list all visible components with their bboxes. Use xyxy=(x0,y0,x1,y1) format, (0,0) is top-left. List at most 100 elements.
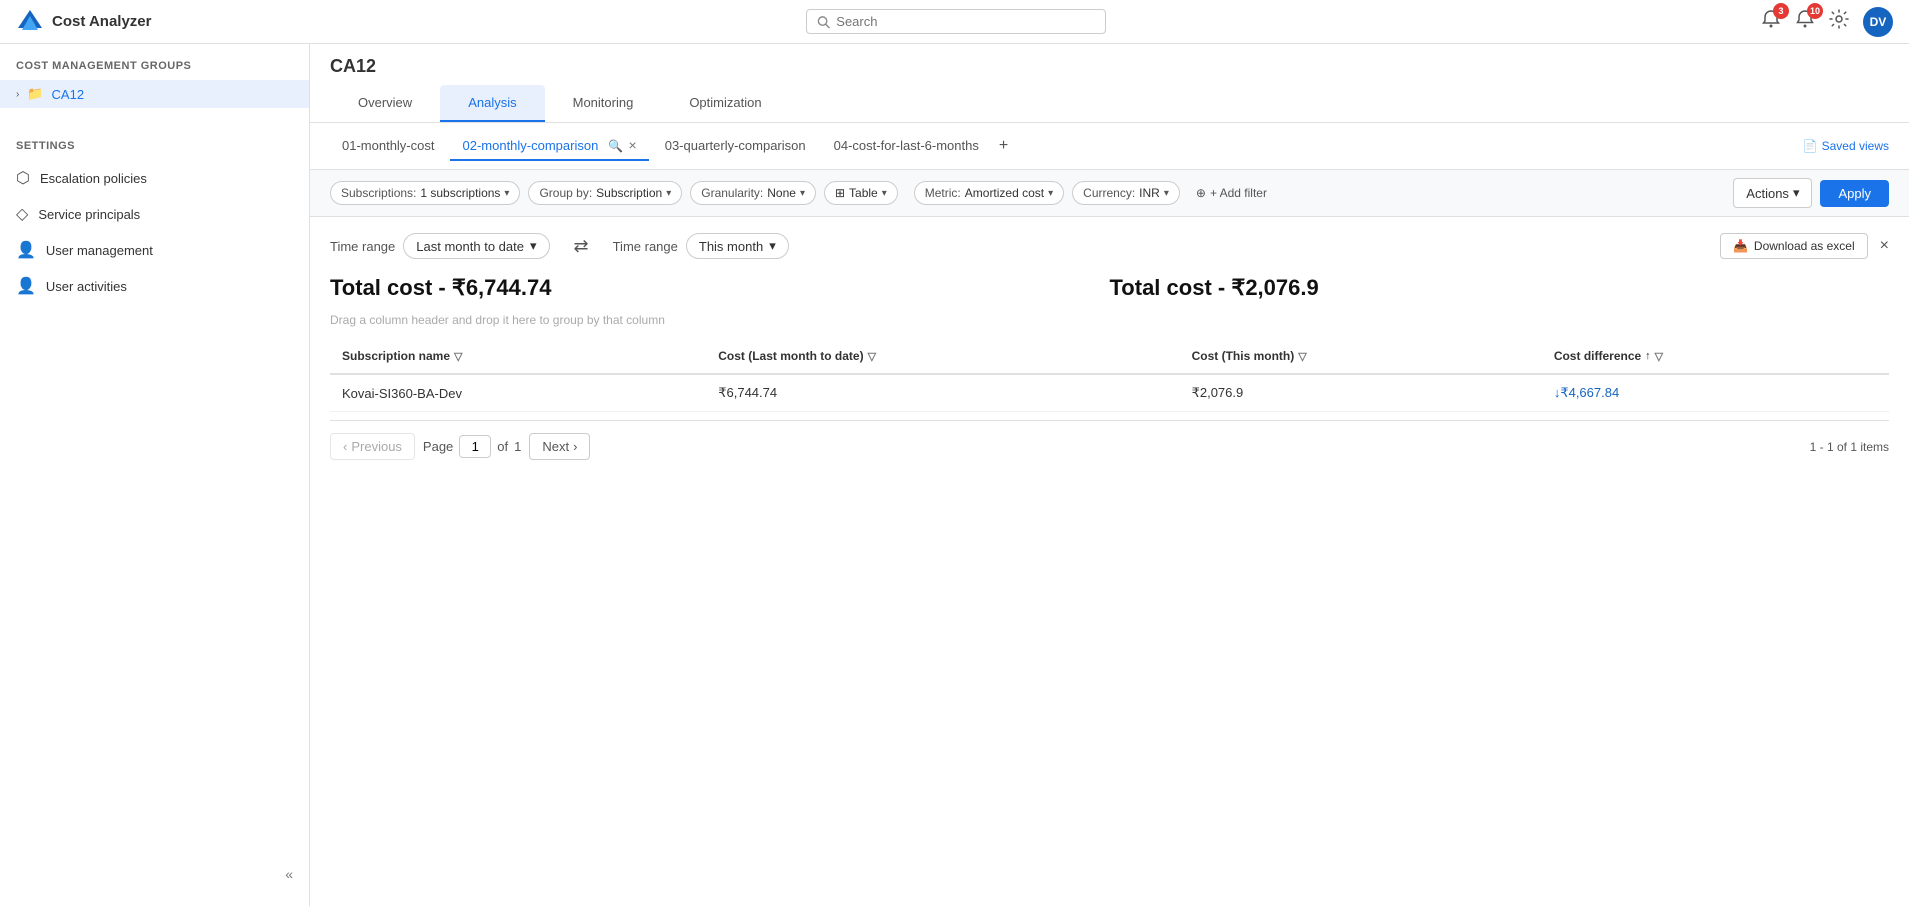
chevron-right-icon: › xyxy=(16,89,19,100)
actions-button[interactable]: Actions ▾ xyxy=(1733,178,1812,208)
user-management-icon: 👤 xyxy=(16,240,36,260)
sub-tabs: 01-monthly-cost 02-monthly-comparison 🔍 … xyxy=(310,123,1909,170)
sub-tab-01[interactable]: 01-monthly-cost xyxy=(330,132,446,161)
avatar[interactable]: DV xyxy=(1863,7,1893,37)
add-filter-button[interactable]: ⊕ + Add filter xyxy=(1188,182,1275,204)
subscription-filter-icon[interactable]: ▽ xyxy=(454,350,462,363)
settings-icon[interactable] xyxy=(1829,9,1849,34)
tab-analysis[interactable]: Analysis xyxy=(440,85,544,122)
pin-icon[interactable]: 🔍 xyxy=(608,139,623,153)
cell-cost-last-month: ₹6,744.74 xyxy=(706,374,1179,412)
total-costs: Total cost - ₹6,744.74 Total cost - ₹2,0… xyxy=(330,275,1889,301)
alert-icon[interactable]: 3 xyxy=(1761,9,1781,34)
app-logo xyxy=(16,8,44,36)
cost-this-month-filter-icon[interactable]: ▽ xyxy=(1298,350,1306,363)
sidebar-collapse-button[interactable]: « xyxy=(0,858,309,890)
pagination: ‹ Previous Page of 1 Next › 1 - 1 of 1 i… xyxy=(330,420,1889,472)
left-time-range-select[interactable]: Last month to date ▾ xyxy=(403,233,549,259)
sub-tab-02[interactable]: 02-monthly-comparison 🔍 × xyxy=(450,131,648,161)
sub-tab-04[interactable]: 04-cost-for-last-6-months xyxy=(822,132,991,161)
view-dropdown-icon: ▾ xyxy=(882,188,887,199)
folder-icon: 📁 xyxy=(27,86,43,102)
filter-bar: Subscriptions: 1 subscriptions ▾ Group b… xyxy=(310,170,1909,217)
swap-icon[interactable]: ⇄ xyxy=(574,236,589,257)
sidebar-item-user-activities[interactable]: 👤 User activities xyxy=(0,268,309,304)
previous-chevron-icon: ‹ xyxy=(343,439,347,454)
content-area: CA12 Overview Analysis Monitoring Optimi… xyxy=(310,44,1909,906)
sidebar-item-ca12[interactable]: › 📁 CA12 xyxy=(0,80,309,108)
right-time-range-select[interactable]: This month ▾ xyxy=(686,233,789,259)
search-icon xyxy=(817,15,830,29)
right-time-range-label: Time range xyxy=(613,239,678,254)
sidebar-item-service-principals[interactable]: ◇ Service principals xyxy=(0,196,309,232)
left-total-cost: Total cost - ₹6,744.74 xyxy=(330,275,1110,301)
left-time-range-dropdown-icon: ▾ xyxy=(530,238,537,254)
right-time-range-group: Time range This month ▾ xyxy=(613,233,789,259)
user-activities-icon: 👤 xyxy=(16,276,36,296)
tab-optimization[interactable]: Optimization xyxy=(661,85,789,122)
right-time-range-dropdown-icon: ▾ xyxy=(769,238,776,254)
subscriptions-dropdown-icon: ▾ xyxy=(504,188,509,199)
group-by-filter[interactable]: Group by: Subscription ▾ xyxy=(528,181,682,205)
table-icon: ⊞ xyxy=(835,186,845,200)
view-filter[interactable]: ⊞ Table ▾ xyxy=(824,181,898,205)
col-cost-difference: Cost difference ↑ ▽ xyxy=(1542,339,1889,374)
comparison-close-button[interactable]: × xyxy=(1880,237,1889,255)
page-number-input[interactable] xyxy=(459,435,491,458)
col-cost-this-month: Cost (This month) ▽ xyxy=(1180,339,1542,374)
alert-badge: 3 xyxy=(1773,3,1789,19)
close-sub-tab-icon[interactable]: × xyxy=(629,137,637,153)
cost-last-month-filter-icon[interactable]: ▽ xyxy=(868,350,876,363)
download-excel-button[interactable]: 📥 Download as excel xyxy=(1720,233,1868,259)
saved-views-icon: 📄 xyxy=(1803,139,1818,153)
granularity-filter[interactable]: Granularity: None ▾ xyxy=(690,181,816,205)
right-total-cost-value: Total cost - ₹2,076.9 xyxy=(1110,275,1890,301)
subscriptions-filter[interactable]: Subscriptions: 1 subscriptions ▾ xyxy=(330,181,520,205)
granularity-dropdown-icon: ▾ xyxy=(800,188,805,199)
user-management-label: User management xyxy=(46,243,153,258)
currency-filter[interactable]: Currency: INR ▾ xyxy=(1072,181,1180,205)
left-total-cost-value: Total cost - ₹6,744.74 xyxy=(330,275,1110,301)
sidebar-item-user-management[interactable]: 👤 User management xyxy=(0,232,309,268)
drag-hint: Drag a column header and drop it here to… xyxy=(330,313,1889,327)
settings-section-label: SETTINGS xyxy=(0,140,309,160)
previous-button[interactable]: ‹ Previous xyxy=(330,433,415,460)
cell-cost-difference: ↓₹4,667.84 xyxy=(1542,374,1889,412)
header-left: Cost Analyzer xyxy=(16,8,151,36)
escalation-icon: ⬡ xyxy=(16,168,30,188)
tab-monitoring[interactable]: Monitoring xyxy=(545,85,662,122)
add-tab-button[interactable]: + xyxy=(995,137,1012,155)
left-time-range-label: Time range xyxy=(330,239,395,254)
data-table: Subscription name ▽ Cost (Last month to … xyxy=(330,339,1889,412)
main-layout: COST MANAGEMENT GROUPS › 📁 CA12 SETTINGS… xyxy=(0,44,1909,906)
next-chevron-icon: › xyxy=(573,439,577,454)
sidebar-item-escalation[interactable]: ⬡ Escalation policies xyxy=(0,160,309,196)
search-input[interactable] xyxy=(836,14,1095,29)
analysis-content: Time range Last month to date ▾ ⇄ Time r… xyxy=(310,217,1909,906)
page-title-bar: CA12 xyxy=(310,44,1909,77)
notification-badge: 10 xyxy=(1807,3,1823,19)
apply-button[interactable]: Apply xyxy=(1820,180,1889,207)
notification-icon[interactable]: 10 xyxy=(1795,9,1815,34)
escalation-label: Escalation policies xyxy=(40,171,147,186)
sidebar-item-label-ca12: CA12 xyxy=(52,87,85,102)
page-title: CA12 xyxy=(330,56,376,76)
cell-subscription-name: Kovai-SI360-BA-Dev xyxy=(330,374,706,412)
next-button[interactable]: Next › xyxy=(529,433,590,460)
top-header: Cost Analyzer 3 10 xyxy=(0,0,1909,44)
tab-overview[interactable]: Overview xyxy=(330,85,440,122)
table-row: Kovai-SI360-BA-Dev ₹6,744.74 ₹2,076.9 ↓₹… xyxy=(330,374,1889,412)
cost-difference-filter-icon[interactable]: ▽ xyxy=(1655,350,1663,363)
cost-difference-sort-icon[interactable]: ↑ xyxy=(1645,350,1651,362)
service-principals-label: Service principals xyxy=(38,207,140,222)
cell-cost-this-month: ₹2,076.9 xyxy=(1180,374,1542,412)
sub-tab-03[interactable]: 03-quarterly-comparison xyxy=(653,132,818,161)
search-box[interactable] xyxy=(806,9,1106,34)
page-info: Page of 1 xyxy=(423,435,521,458)
comparison-header: Time range Last month to date ▾ ⇄ Time r… xyxy=(330,233,1889,259)
metric-filter[interactable]: Metric: Amortized cost ▾ xyxy=(914,181,1064,205)
metric-dropdown-icon: ▾ xyxy=(1048,188,1053,199)
pagination-left: ‹ Previous Page of 1 Next › xyxy=(330,433,590,460)
sidebar: COST MANAGEMENT GROUPS › 📁 CA12 SETTINGS… xyxy=(0,44,310,906)
saved-views-button[interactable]: 📄 Saved views xyxy=(1803,139,1889,153)
